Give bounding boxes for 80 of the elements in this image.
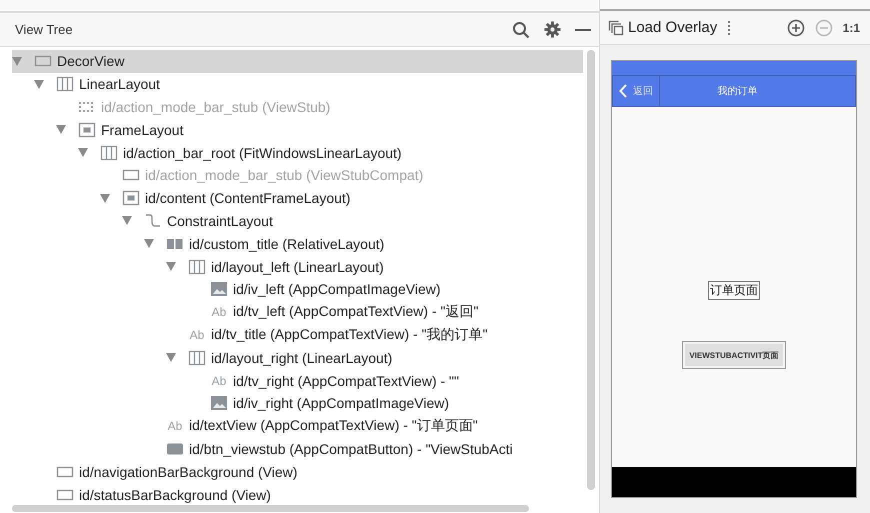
linear-layout-icon bbox=[188, 258, 206, 275]
screen-title: 我的订单 bbox=[716, 84, 758, 98]
tree-row[interactable]: Ab id/tv_title (AppCompatTextView) - "我的订单" bbox=[12, 324, 583, 346]
type-label: Ab bbox=[168, 419, 182, 434]
minimize-icon[interactable] bbox=[575, 28, 591, 32]
load-overlay-button[interactable]: Load Overlay bbox=[608, 19, 718, 36]
collapse-arrow-icon[interactable] bbox=[12, 56, 22, 66]
node-label: FrameLayout bbox=[101, 122, 184, 138]
tree-row[interactable]: LinearLayout bbox=[12, 72, 583, 96]
zoom-in-button[interactable] bbox=[786, 18, 805, 36]
collapse-arrow-icon[interactable] bbox=[34, 80, 44, 89]
linear-layout-icon bbox=[56, 76, 74, 92]
tree-row[interactable]: id/btn_viewstub (AppCompatButton) - "ViewStubActi bbox=[12, 438, 583, 460]
tree-row[interactable]: id/layout_left (LinearLayout) bbox=[12, 255, 583, 278]
tree-row[interactable]: id/navigationBarBackground (View) bbox=[12, 460, 583, 484]
node-label: id/iv_right (AppCompatImageView) bbox=[233, 395, 450, 412]
overlay-icon bbox=[608, 20, 624, 36]
tree-row[interactable]: Ab id/textView (AppCompatTextView) - "订单页面" bbox=[12, 414, 583, 438]
node-label: id/iv_left (AppCompatImageView) bbox=[233, 281, 441, 298]
node-label: id/tv_right (AppCompatTextView) - "" bbox=[233, 372, 459, 389]
view-icon bbox=[56, 464, 74, 479]
node-label: id/layout_left (LinearLayout) bbox=[211, 258, 384, 275]
view-icon bbox=[122, 168, 140, 182]
type-label: Ab bbox=[190, 328, 204, 342]
tree-row[interactable]: id/custom_title (RelativeLayout) bbox=[12, 232, 583, 256]
search-icon[interactable] bbox=[512, 20, 530, 38]
tree-row[interactable]: ConstraintLayout bbox=[12, 210, 583, 232]
tree-row[interactable]: id/action_bar_root (FitWindowsLinearLayout) bbox=[12, 141, 583, 164]
view-icon bbox=[56, 488, 74, 502]
tree-row[interactable]: DecorView bbox=[12, 50, 583, 73]
tree-row[interactable]: id/statusBarBackground (View) bbox=[12, 483, 583, 505]
settings-icon[interactable] bbox=[544, 21, 561, 38]
node-label: LinearLayout bbox=[79, 76, 160, 92]
tree-row[interactable]: Ab id/tv_right (AppCompatTextView) - "" bbox=[12, 369, 583, 392]
tree-row[interactable]: id/iv_right (AppCompatImageView) bbox=[12, 392, 583, 415]
button-icon bbox=[166, 442, 184, 456]
node-label: id/navigationBarBackground (View) bbox=[79, 464, 298, 480]
type-label: Ab bbox=[212, 305, 226, 320]
relative-layout-icon bbox=[166, 236, 184, 251]
tree-row[interactable]: id/content (ContentFrameLayout) bbox=[12, 186, 583, 210]
node-label: id/statusBarBackground (View) bbox=[79, 486, 271, 503]
type-label: Ab bbox=[212, 374, 226, 388]
node-label: id/action_bar_root (FitWindowsLinearLayout) bbox=[123, 144, 402, 161]
collapse-arrow-icon[interactable] bbox=[100, 194, 110, 203]
collapse-arrow-icon[interactable] bbox=[144, 239, 154, 248]
tree-row[interactable]: FrameLayout bbox=[12, 118, 583, 142]
actual-size-button[interactable]: 1:1 bbox=[842, 20, 860, 34]
node-label: ConstraintLayout bbox=[167, 212, 273, 229]
node-label: id/textView (AppCompatTextView) - "订单页面" bbox=[189, 417, 478, 436]
frame-layout-icon bbox=[78, 122, 96, 138]
view-icon bbox=[34, 54, 52, 68]
page-text: 订单页面 bbox=[708, 281, 760, 300]
node-label: id/btn_viewstub (AppCompatButton) - "ViewStubActi bbox=[189, 440, 513, 457]
frame-layout-icon bbox=[122, 190, 140, 206]
horizontal-scrollbar[interactable] bbox=[12, 505, 529, 512]
tree-row[interactable]: Ab id/tv_left (AppCompatTextView) - "返回" bbox=[12, 300, 583, 324]
viewstub-button[interactable]: VIEWSTUBACTIVIT页面 bbox=[682, 341, 786, 369]
collapse-arrow-icon[interactable] bbox=[166, 262, 176, 272]
node-label: id/layout_right (LinearLayout) bbox=[211, 350, 392, 366]
node-label: id/tv_title (AppCompatTextView) - "我的订单" bbox=[211, 326, 488, 344]
collapse-arrow-icon[interactable] bbox=[166, 353, 176, 362]
collapse-arrow-icon[interactable] bbox=[78, 148, 88, 158]
collapse-arrow-icon[interactable] bbox=[56, 125, 66, 134]
node-label: id/action_mode_bar_stub (ViewStubCompat) bbox=[145, 167, 424, 184]
node-label: id/custom_title (RelativeLayout) bbox=[189, 236, 384, 252]
node-label: id/tv_left (AppCompatTextView) - "返回" bbox=[233, 303, 478, 322]
tree-row[interactable]: id/iv_left (AppCompatImageView) bbox=[12, 278, 583, 301]
image-icon bbox=[210, 395, 228, 412]
linear-layout-icon bbox=[100, 144, 118, 161]
collapse-arrow-icon[interactable] bbox=[122, 216, 132, 226]
node-label: id/content (ContentFrameLayout) bbox=[145, 190, 350, 206]
more-icon[interactable] bbox=[727, 20, 732, 34]
vertical-scrollbar[interactable] bbox=[587, 50, 595, 490]
node-label: DecorView bbox=[57, 53, 124, 70]
tree-row[interactable]: id/layout_right (LinearLayout) bbox=[12, 346, 583, 370]
image-icon bbox=[210, 281, 228, 298]
panel-title: View Tree bbox=[15, 22, 74, 37]
linear-layout-icon bbox=[188, 350, 206, 366]
node-label: id/action_mode_bar_stub (ViewStub) bbox=[101, 98, 330, 115]
dotted-grid-icon bbox=[78, 100, 96, 113]
